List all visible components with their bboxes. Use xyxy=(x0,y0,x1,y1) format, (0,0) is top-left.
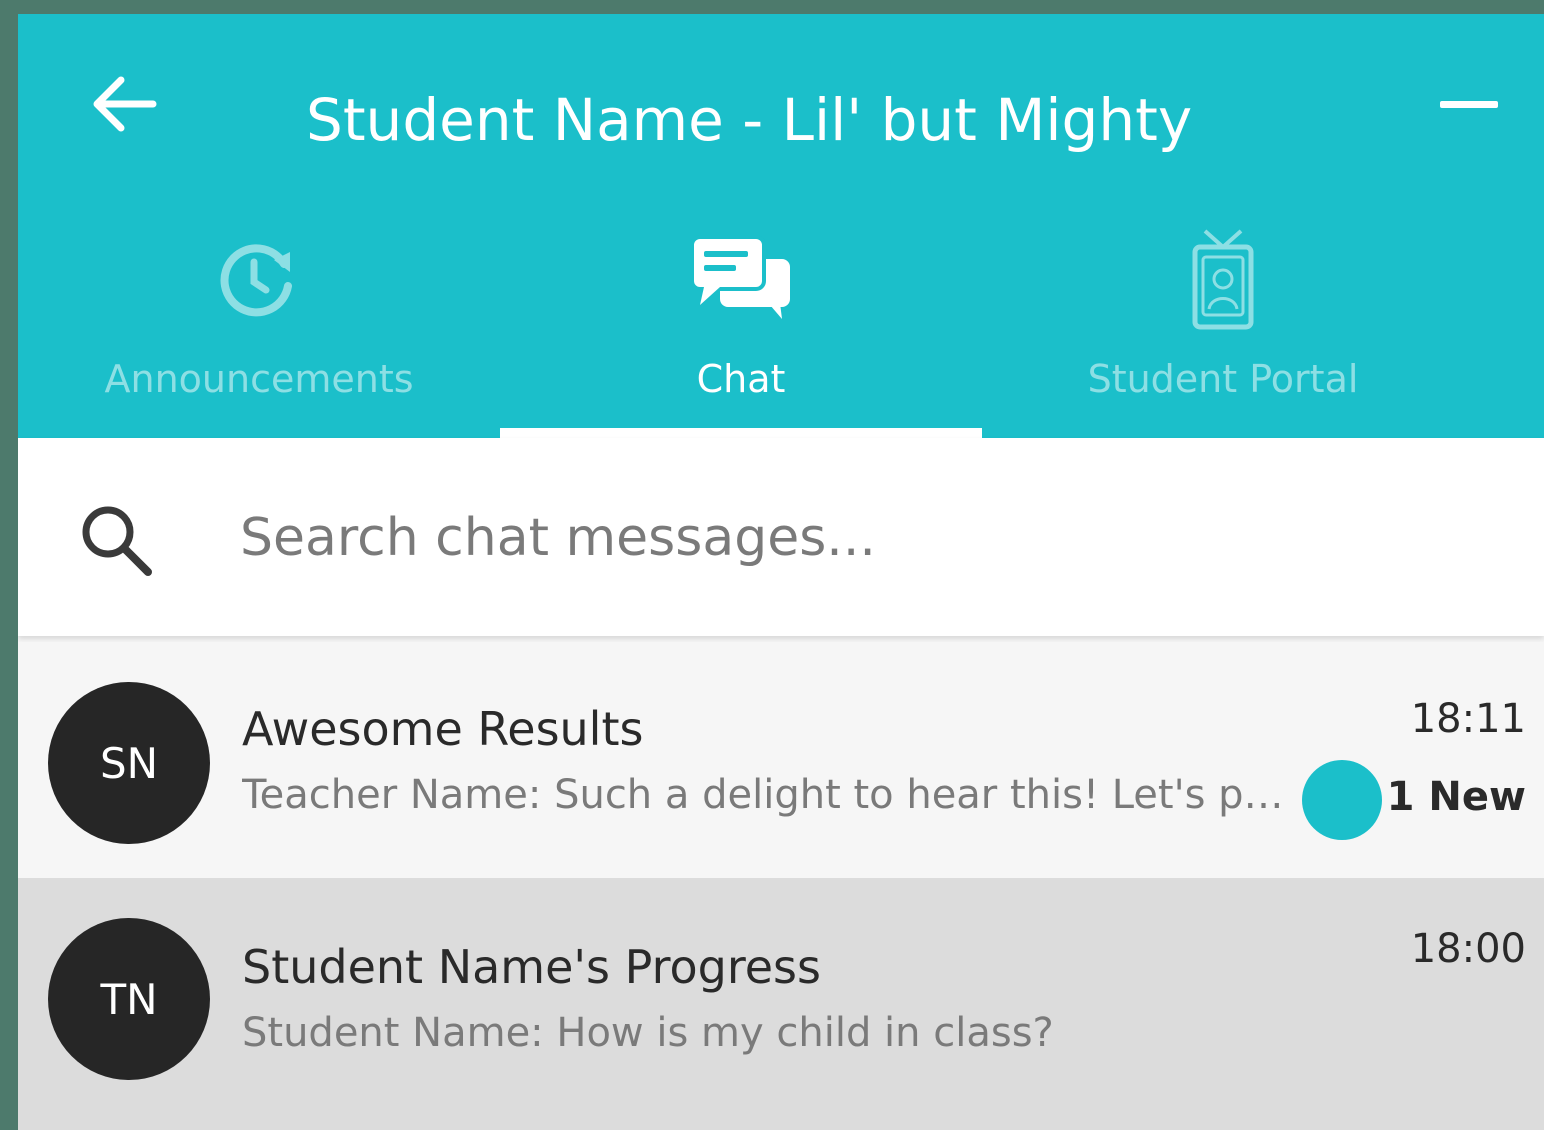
chat-bubbles-icon xyxy=(690,235,790,319)
tab-label: Student Portal xyxy=(1087,357,1359,401)
search-bar xyxy=(18,438,1544,636)
id-badge-icon xyxy=(1192,229,1254,330)
chat-title: Awesome Results xyxy=(242,702,644,756)
avatar-initials: TN xyxy=(100,974,158,1024)
avatar-initials: SN xyxy=(99,738,159,788)
avatar: SN xyxy=(48,682,210,844)
app-screen: Student Name - Lil' but Mighty Announcem… xyxy=(18,14,1544,1130)
chat-list-item[interactable]: SN Awesome Results Teacher Name: Such a … xyxy=(18,642,1544,878)
search-icon[interactable] xyxy=(76,500,156,580)
arrow-left-icon xyxy=(93,76,157,132)
tab-label: Announcements xyxy=(104,357,414,401)
tab-announcements[interactable]: Announcements xyxy=(18,214,500,438)
chat-preview: Student Name: How is my child in class? xyxy=(242,1010,1054,1056)
unread-dot-icon xyxy=(1302,760,1382,840)
clock-refresh-icon xyxy=(220,244,292,317)
page-title: Student Name - Lil' but Mighty xyxy=(306,86,1193,154)
chat-time: 18:11 xyxy=(1410,696,1526,742)
chat-preview: Teacher Name: Such a delight to hear thi… xyxy=(242,772,1292,818)
app-header: Student Name - Lil' but Mighty Announcem… xyxy=(18,14,1544,438)
search-input[interactable] xyxy=(240,498,1440,578)
active-tab-indicator xyxy=(500,428,982,438)
minimize-button[interactable] xyxy=(1424,74,1514,134)
chat-list-item[interactable]: TN Student Name's Progress Student Name:… xyxy=(18,878,1544,1130)
chat-title: Student Name's Progress xyxy=(242,940,821,994)
avatar: TN xyxy=(48,918,210,1080)
unread-badge: 1 New xyxy=(1386,774,1526,820)
back-button[interactable] xyxy=(82,64,162,144)
tab-chat[interactable]: Chat xyxy=(500,214,982,438)
tab-label: Chat xyxy=(696,357,786,401)
chat-time: 18:00 xyxy=(1410,926,1526,972)
tab-student-portal[interactable]: Student Portal xyxy=(982,214,1464,438)
minimize-icon xyxy=(1440,100,1498,108)
